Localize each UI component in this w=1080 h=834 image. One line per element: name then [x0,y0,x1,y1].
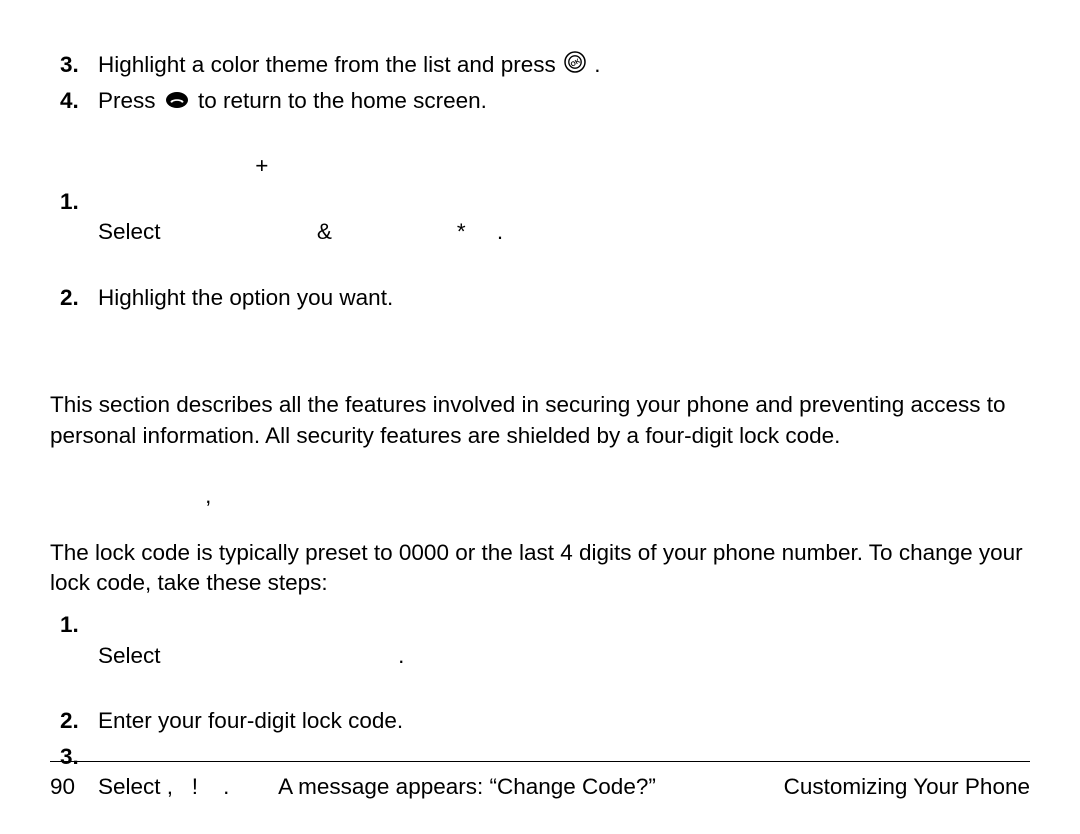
section-heading: aaaaaaaaaaaa, [50,481,1030,511]
footer-divider [50,761,1030,762]
list-text: Enter your four-digit lock code. [98,706,1030,736]
list-text: Select & * . [98,187,1030,278]
heading-symbol: , [205,483,211,508]
text-fragment: to return to the home screen. [192,88,487,113]
list-number: 1. [50,610,98,701]
list-text: Highlight the option you want. [98,283,1030,313]
page-number: 90 [50,772,75,802]
text-fragment: Select [98,643,161,668]
list-item: 4. Press to return to the home screen. [50,86,1030,117]
text-fragment: . [497,219,503,244]
list-number: 2. [50,283,98,313]
list-item: 1. Select . [50,610,1030,701]
text-fragment: & [317,219,332,244]
ok-button-icon: OK [564,51,586,81]
text-fragment: Press [98,88,162,113]
text-fragment: Select [98,219,161,244]
section-heading: aaaaaaaaaaaaaaaa+ [50,151,1030,181]
list-number: 3. [50,50,98,81]
heading-symbol: + [255,153,268,178]
list-text: Select . [98,610,1030,701]
list-number: 2. [50,706,98,736]
end-call-icon [165,87,189,117]
list-text: Press to return to the home screen. [98,86,1030,117]
body-paragraph: This section describes all the features … [50,390,1030,451]
list-item: 2. Highlight the option you want. [50,283,1030,313]
text-fragment: . [398,643,404,668]
list-item: 2. Enter your four-digit lock code. [50,706,1030,736]
text-fragment: Highlight a color theme from the list an… [98,52,562,77]
list-number: 1. [50,187,98,278]
footer-title: Customizing Your Phone [784,772,1030,802]
page-footer: 90 Customizing Your Phone [50,761,1030,802]
text-fragment: . [588,52,601,77]
list-item: 3. Highlight a color theme from the list… [50,50,1030,81]
list-number: 4. [50,86,98,117]
list-item: 1. Select & * . [50,187,1030,278]
list-text: Highlight a color theme from the list an… [98,50,1030,81]
body-paragraph: The lock code is typically preset to 000… [50,538,1030,599]
text-fragment: * [457,219,466,244]
